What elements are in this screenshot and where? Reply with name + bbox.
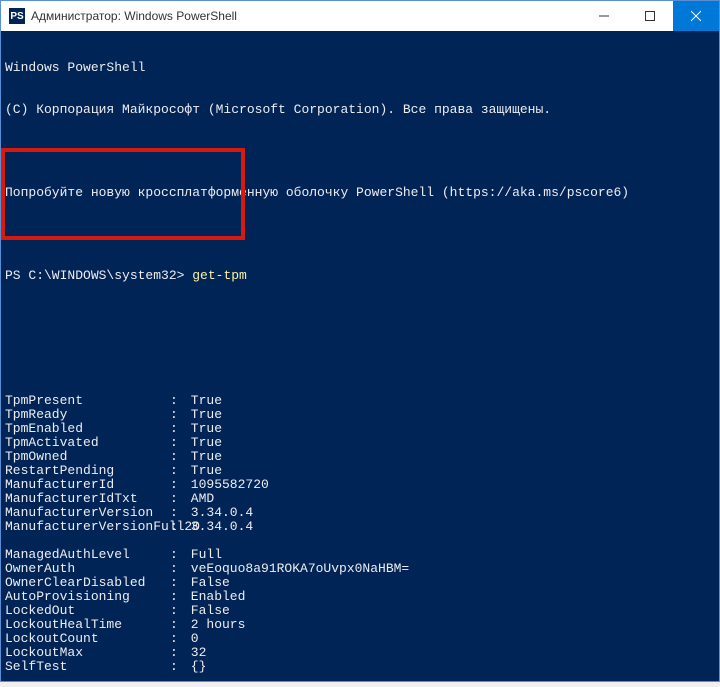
prompt-line: PS C:\WINDOWS\system32> get-tpm [5,269,715,283]
app-icon-text: PS [10,11,23,22]
output-separator: : [170,422,183,436]
close-button[interactable] [673,1,719,31]
output-value: AMD [183,492,214,506]
output-separator: : [170,548,183,562]
output-value: False [183,604,230,618]
output-row: LockoutHealTime: 2 hours [5,618,715,632]
output-row: TpmOwned: True [5,450,715,464]
output-separator: : [170,394,183,408]
output-key: OwnerAuth [5,562,170,576]
window-title: Администратор: Windows PowerShell [31,9,581,23]
output-value: veEoquo8a91ROKA7oUvpx0NaHBM= [183,562,409,576]
output-key: LockoutMax [5,646,170,660]
output-separator: : [170,506,183,520]
output-separator: : [170,576,183,590]
output-key: RestartPending [5,464,170,478]
output-key: TpmReady [5,408,170,422]
output-row: ManufacturerIdTxt: AMD [5,492,715,506]
output-key: ManagedAuthLevel [5,548,170,562]
output-row: RestartPending: True [5,464,715,478]
window-controls [581,1,719,31]
output-row: TpmPresent: True [5,394,715,408]
output-row: ManufacturerVersionFull20: 3.34.0.4 [5,520,715,534]
output-separator: : [170,618,183,632]
output-key: AutoProvisioning [5,590,170,604]
output-row: AutoProvisioning: Enabled [5,590,715,604]
output-value: True [183,408,222,422]
command-text: get-tpm [192,268,247,283]
output-value: 2 hours [183,618,245,632]
terminal-area[interactable]: Windows PowerShell (C) Корпорация Майкро… [1,31,719,681]
output-separator: : [170,604,183,618]
maximize-button[interactable] [627,1,673,31]
output-separator: : [170,478,183,492]
output-key: LockoutHealTime [5,618,170,632]
prompt-prefix: PS C:\WINDOWS\system32> [5,268,192,283]
output-row: LockedOut: False [5,604,715,618]
output-separator: : [170,590,183,604]
output-key: TpmOwned [5,450,170,464]
output-key: TpmActivated [5,436,170,450]
banner-line: (C) Корпорация Майкрософт (Microsoft Cor… [5,103,715,117]
output-row: LockoutMax: 32 [5,646,715,660]
output-key: ManufacturerIdTxt [5,492,170,506]
banner-line: Windows PowerShell [5,61,715,75]
output-key: OwnerClearDisabled [5,576,170,590]
output-row: SelfTest: {} [5,660,715,674]
output-value: {} [183,660,206,674]
output-value: 32 [183,646,206,660]
output-row: TpmActivated: True [5,436,715,450]
powershell-window: PS Администратор: Windows PowerShell Win… [0,0,720,682]
output-key: TpmEnabled [5,422,170,436]
banner-line: Попробуйте новую кроссплатформенную обол… [5,186,715,200]
minimize-button[interactable] [581,1,627,31]
output-row: OwnerClearDisabled: False [5,576,715,590]
output-separator: : [170,632,183,646]
output-separator: : [170,660,183,674]
output-row: TpmEnabled: True [5,422,715,436]
output-key: ManufacturerVersion [5,506,170,520]
titlebar[interactable]: PS Администратор: Windows PowerShell [1,1,719,31]
output-key: LockoutCount [5,632,170,646]
output-row: OwnerAuth: veEoquo8a91ROKA7oUvpx0NaHBM= [5,562,715,576]
output-block: TpmPresent: TrueTpmReady: TrueTpmEnabled… [5,394,715,675]
output-key: LockedOut [5,604,170,618]
output-row: ManagedAuthLevel: Full [5,548,715,562]
output-value: Enabled [183,590,245,604]
app-icon: PS [9,8,25,24]
output-row: ManufacturerId: 1095582720 [5,478,715,492]
output-value: True [183,436,222,450]
output-separator: : [170,520,183,534]
output-value: True [183,464,222,478]
output-value: False [183,576,230,590]
output-separator: : [170,562,183,576]
output-separator: : [170,450,183,464]
output-value: True [183,422,222,436]
output-row: ManufacturerVersion: 3.34.0.4 [5,506,715,520]
output-value: 0 [183,632,199,646]
output-value: 3.34.0.4 [183,520,253,534]
output-key: SelfTest [5,660,170,674]
output-separator: : [170,492,183,506]
output-separator: : [170,436,183,450]
output-row: LockoutCount: 0 [5,632,715,646]
output-key: ManufacturerVersionFull20 [5,520,170,534]
output-separator: : [170,408,183,422]
output-separator: : [170,464,183,478]
output-key: TpmPresent [5,394,170,408]
output-value: 3.34.0.4 [183,506,253,520]
output-row: TpmReady: True [5,408,715,422]
output-value: 1095582720 [183,478,269,492]
output-separator: : [170,646,183,660]
output-row [5,534,715,548]
output-key: ManufacturerId [5,478,170,492]
output-value: True [183,394,222,408]
output-value: True [183,450,222,464]
output-value: Full [183,548,222,562]
